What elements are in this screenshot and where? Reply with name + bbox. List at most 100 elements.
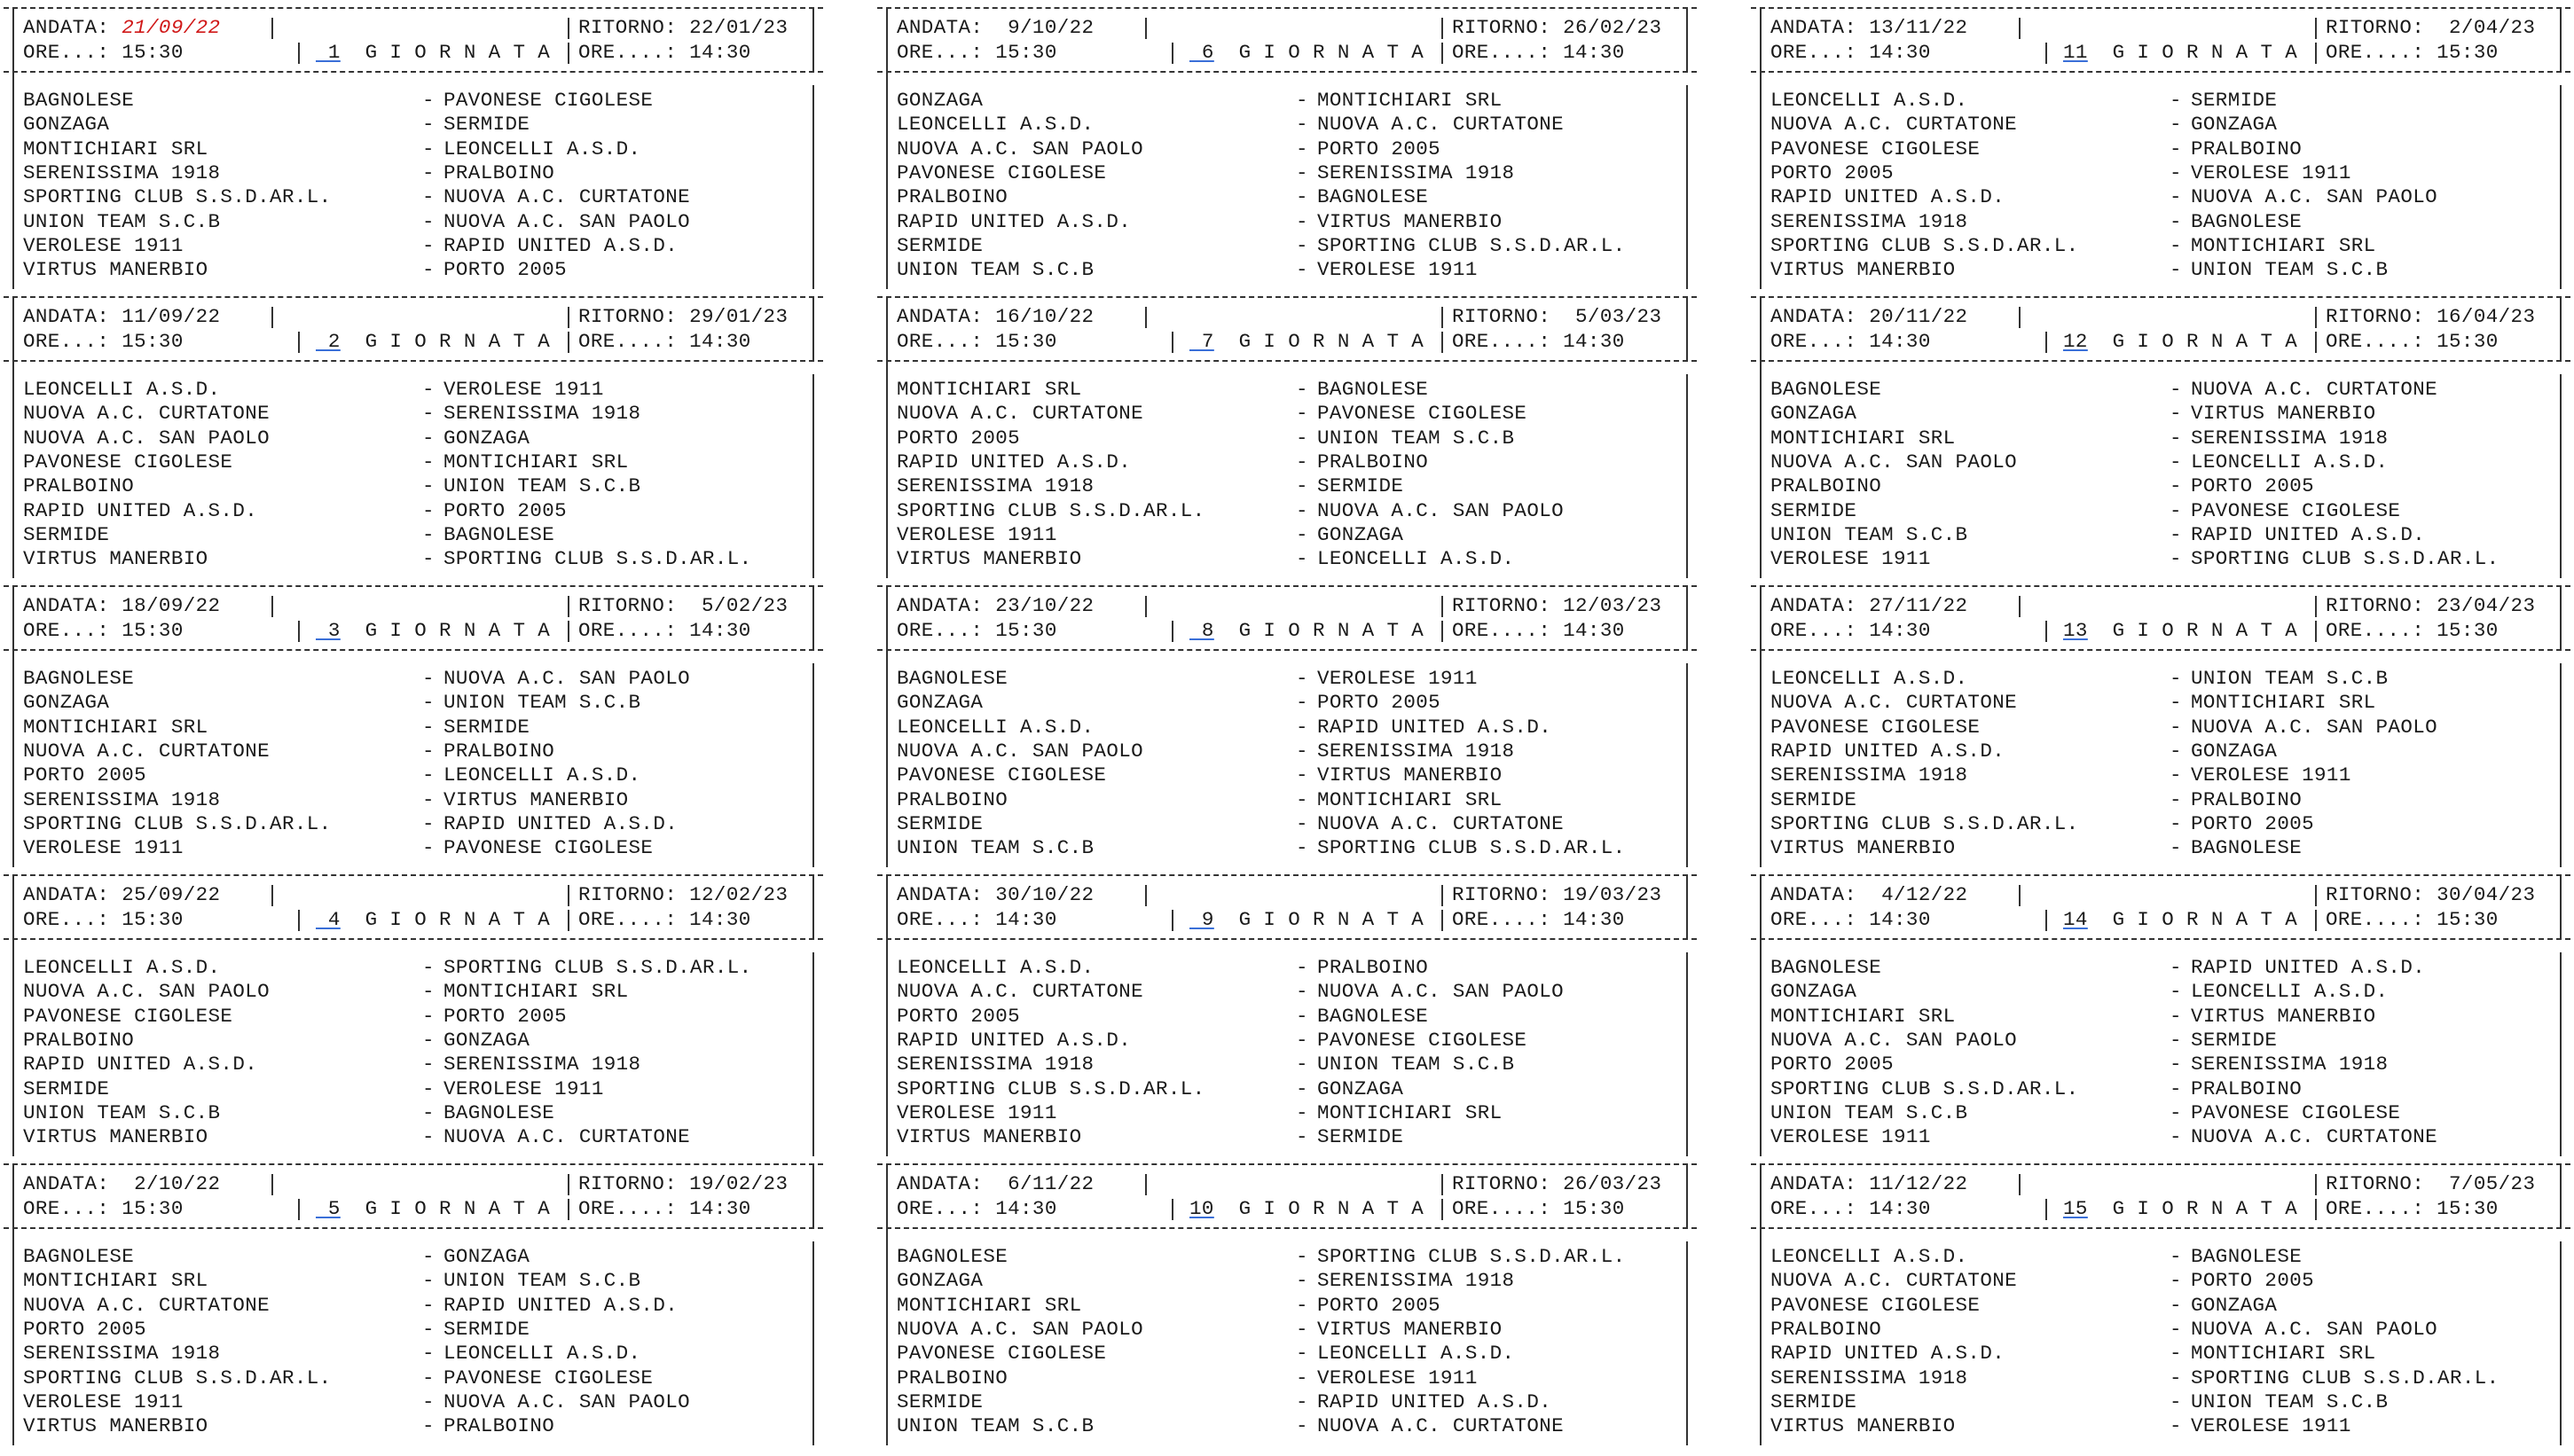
ore-ritorno-line: ORE....: 14:30 [578,908,751,932]
ore-andata-line: ORE...: 15:30 [23,619,184,643]
ore-label: ORE...: [1770,41,1870,64]
header-separator [271,885,273,906]
match-dash: - [422,1317,435,1341]
match-dash: - [2170,1076,2182,1100]
ore-label: ORE...: [1770,908,1870,931]
away-team: PRALBOINO [2191,1076,2303,1100]
home-team: SERMIDE [23,522,110,546]
away-team: LEONCELLI A.S.D. [443,137,641,160]
header-separator [298,43,300,64]
match-dash: - [1296,160,1308,184]
matchday-block: ANDATA: 11/12/22 RITORNO: 7/05/23 ORE...: … [1747,1156,2574,1445]
header-separator [1172,1199,1173,1220]
ritorno-date: 5/03/23 [1563,305,1662,328]
giornata-word: G I O R N A T A [1213,619,1424,642]
away-team: BAGNOLESE [2191,209,2303,233]
match-dash: - [1296,739,1308,763]
home-team: NUOVA A.C. CURTATONE [1770,113,2018,137]
header-separator [568,1199,569,1220]
ore-andata-line: ORE...: 15:30 [23,908,184,932]
giornata-title: 1 G I O R N A T A [316,41,550,65]
match-dash: - [2170,836,2182,860]
away-team: NUOVA A.C. SAN PAOLO [2191,715,2438,739]
ore-andata-time: 14:30 [995,908,1057,931]
matchday-block: ANDATA: 25/09/22 RITORNO: 12/02/23 ORE...:… [0,867,827,1156]
match-dash: - [1296,1125,1308,1149]
away-team: SERMIDE [2191,89,2278,112]
home-team: BAGNOLESE [23,667,135,690]
ore-ritorno-time: 14:30 [689,41,751,64]
ritorno-line: RITORNO: 16/04/23 [2326,305,2535,329]
home-team: VIRTUS MANERBIO [23,1414,208,1438]
ore-ritorno-time: 15:30 [2437,330,2499,353]
ritorno-label: RITORNO: [2326,883,2437,906]
ore-label: ORE....: [578,1197,690,1220]
home-team: PAVONESE CIGOLESE [1770,715,1981,739]
header-separator [2019,1174,2021,1195]
ore-label: ORE...: [897,1197,996,1220]
ore-label: ORE....: [578,330,690,353]
border-left [886,874,888,1156]
away-team: SPORTING CLUB S.S.D.AR.L. [2191,1366,2499,1389]
home-team: BAGNOLESE [1770,378,1882,401]
away-team: VEROLESE 1911 [443,1076,604,1100]
giornata-number: 10 [1189,1197,1214,1220]
away-team: PAVONESE CIGOLESE [443,836,654,860]
home-team: PAVONESE CIGOLESE [1770,137,1981,160]
match-dash: - [2170,763,2182,787]
away-team: PAVONESE CIGOLESE [1317,1028,1527,1052]
header-separator [1172,332,1173,353]
home-team: PRALBOINO [23,474,135,498]
ritorno-date: 12/02/23 [689,883,789,906]
home-team: SERMIDE [23,1076,110,1100]
andata-line: ANDATA: 6/11/22 [897,1172,1094,1196]
giornata-title: 8 G I O R N A T A [1189,619,1424,643]
away-team: SPORTING CLUB S.S.D.AR.L. [2191,547,2499,571]
schedule-sheet: ANDATA: 21/09/22 RITORNO: 22/01/23 ORE...:… [0,0,2574,1456]
match-dash: - [1296,667,1308,690]
ore-andata-line: ORE...: 14:30 [1770,41,1931,65]
ore-andata-time: 15:30 [122,908,184,931]
divider-line [4,1227,823,1229]
home-team: SERMIDE [1770,1389,1857,1413]
home-team: VEROLESE 1911 [1770,547,1931,571]
ore-label: ORE....: [578,41,690,64]
away-team: VEROLESE 1911 [1317,667,1478,690]
away-team: PORTO 2005 [1317,137,1441,160]
ore-andata-line: ORE...: 15:30 [897,330,1057,354]
home-team: PAVONESE CIGOLESE [897,1342,1107,1366]
schedule-column: ANDATA: 13/11/22 RITORNO: 2/04/23 ORE...: … [1747,0,2574,1456]
home-team: UNION TEAM S.C.B [1770,1100,1968,1124]
ritorno-label: RITORNO: [578,594,690,617]
home-team: GONZAGA [23,691,110,715]
ore-andata-line: ORE...: 14:30 [1770,619,1931,643]
match-dash: - [422,522,435,546]
match-dash: - [2170,787,2182,811]
match-dash: - [2170,137,2182,160]
ritorno-line: RITORNO: 23/04/23 [2326,594,2535,618]
header-separator [1172,910,1173,931]
match-dash: - [422,258,435,282]
andata-date: 23/10/22 [995,594,1095,617]
ore-label: ORE...: [897,330,996,353]
ritorno-date: 7/05/23 [2437,1172,2536,1195]
divider-line [1751,874,2570,876]
divider-line [877,7,1697,9]
match-dash: - [422,547,435,571]
match-dash: - [2170,113,2182,137]
home-team: UNION TEAM S.C.B [1770,522,1968,546]
giornata-word: G I O R N A T A [1213,330,1424,353]
matchday-block: ANDATA: 18/09/22 RITORNO: 5/02/23 ORE...: … [0,578,827,867]
border-right [812,85,814,289]
home-team: RAPID UNITED A.S.D. [1770,185,2005,209]
match-dash: - [1296,185,1308,209]
andata-date: 20/11/22 [1869,305,1968,328]
home-team: RAPID UNITED A.S.D. [897,450,1132,474]
match-dash: - [1296,233,1308,257]
ritorno-label: RITORNO: [1452,16,1564,39]
home-team: UNION TEAM S.C.B [897,1414,1095,1438]
home-team: VIRTUS MANERBIO [23,258,208,282]
away-team: NUOVA A.C. SAN PAOLO [2191,185,2438,209]
match-dash: - [422,956,435,979]
away-team: UNION TEAM S.C.B [1317,426,1515,450]
